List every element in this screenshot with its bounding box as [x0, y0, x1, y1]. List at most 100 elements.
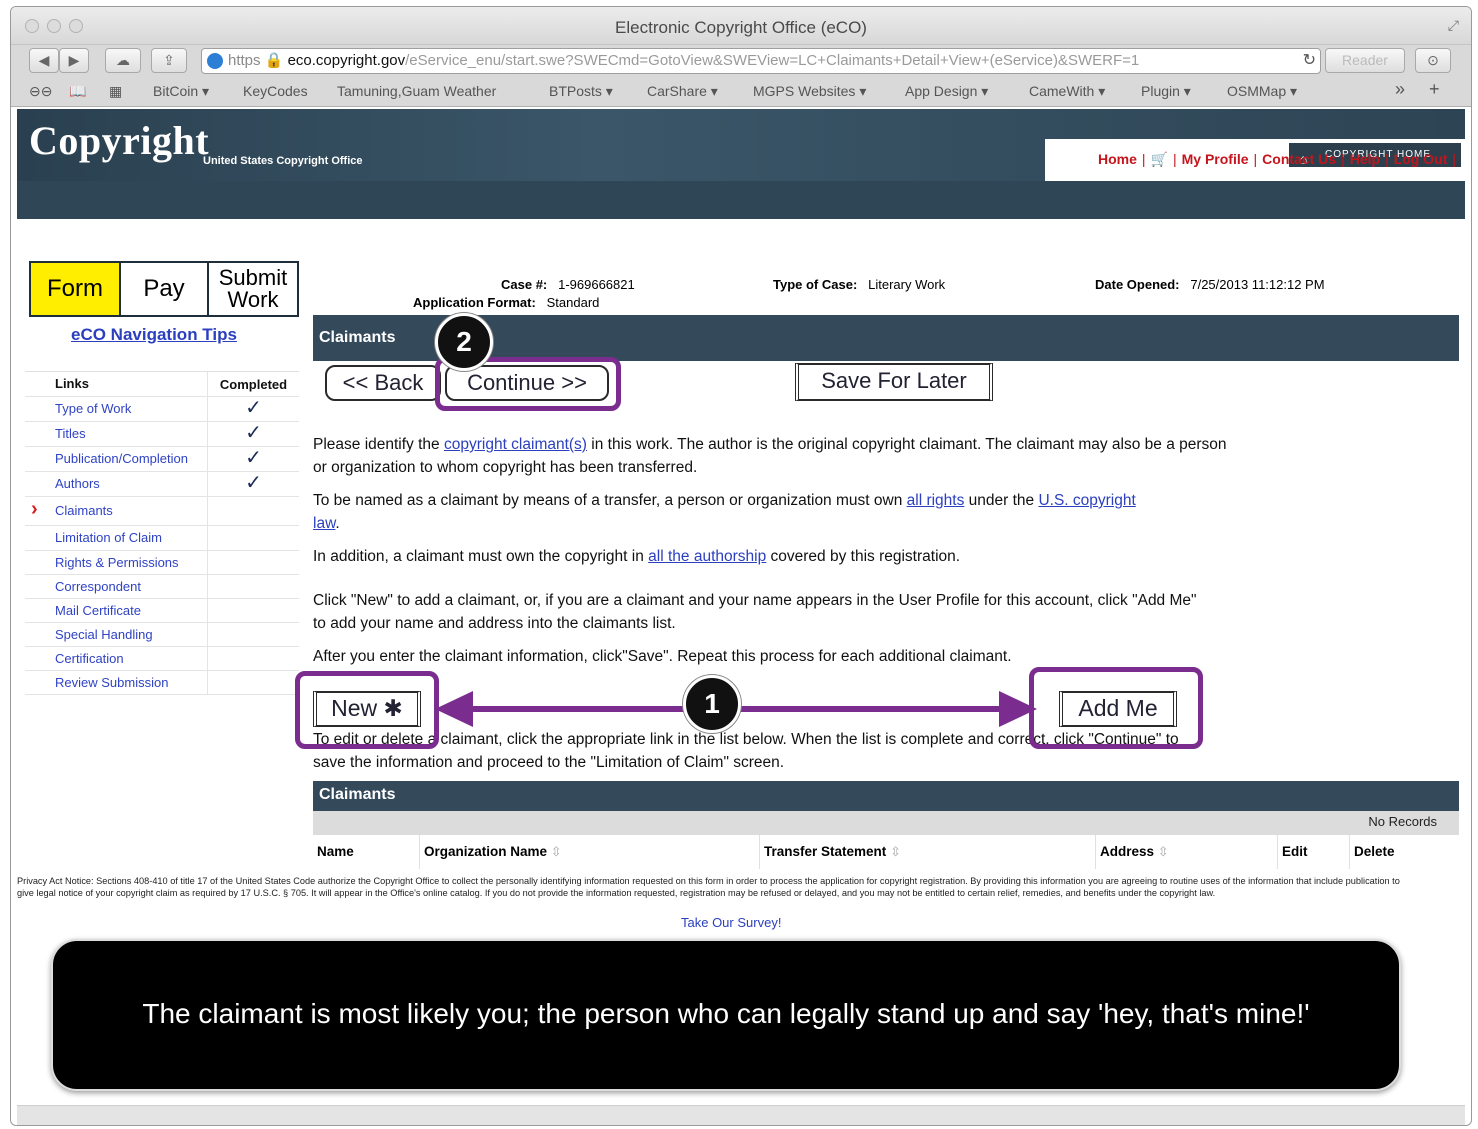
- all-rights-link[interactable]: all rights: [907, 492, 965, 509]
- column-delete: Delete: [1349, 835, 1459, 869]
- link-correspondent[interactable]: Correspondent: [55, 579, 141, 594]
- link-review-submission[interactable]: Review Submission: [55, 675, 168, 690]
- completed-check-icon: ✓: [207, 397, 299, 421]
- title-bar: Electronic Copyright Office (eCO) ⤢: [11, 7, 1471, 45]
- icloud-icon[interactable]: ☁: [105, 48, 141, 73]
- step-form[interactable]: Form: [31, 263, 121, 315]
- sort-icon[interactable]: ⇳: [1158, 844, 1169, 859]
- completed-cell: [207, 647, 299, 670]
- site-header: Copyright United States Copyright Office…: [17, 109, 1465, 219]
- link-authors[interactable]: Authors: [55, 476, 100, 491]
- callout-arrow-left-icon: [435, 691, 473, 727]
- bookmark-item[interactable]: Tamuning,Guam Weather: [337, 83, 496, 99]
- nav-log-out[interactable]: Log Out: [1394, 151, 1448, 167]
- link-certification[interactable]: Certification: [55, 651, 124, 666]
- column-transfer-statement[interactable]: Transfer Statement ⇳: [759, 835, 1095, 869]
- bookmark-item[interactable]: CameWith ▾: [1029, 83, 1105, 100]
- reload-icon[interactable]: ↻: [1303, 49, 1316, 73]
- bookmark-item[interactable]: CarShare ▾: [647, 83, 718, 100]
- nav-contact-us[interactable]: Contact Us: [1262, 151, 1336, 167]
- step-submit-work[interactable]: Submit Work: [209, 263, 297, 315]
- sort-icon[interactable]: ⇳: [890, 844, 901, 859]
- bookmark-item[interactable]: BitCoin ▾: [153, 83, 209, 100]
- browser-window: Electronic Copyright Office (eCO) ⤢ ◀ ▶ …: [10, 6, 1472, 1126]
- case-number: Case #: 1-969666821: [501, 277, 635, 292]
- claimants-table-header: Claimants: [313, 781, 1459, 811]
- links-row: Correspondent: [25, 575, 299, 599]
- eco-navigation-tips-link[interactable]: eCO Navigation Tips: [71, 325, 237, 345]
- links-row: Publication/Completion ✓: [25, 447, 299, 472]
- link-titles[interactable]: Titles: [55, 426, 86, 441]
- link-limitation-of-claim[interactable]: Limitation of Claim: [55, 530, 162, 545]
- p1-text: Please identify the: [313, 436, 444, 453]
- bookmark-item[interactable]: App Design ▾: [905, 83, 988, 100]
- link-rights-permissions[interactable]: Rights & Permissions: [55, 555, 179, 570]
- instructions-paragraph-4: Click "New" to add a claimant, or, if yo…: [313, 592, 1197, 632]
- link-mail-certificate[interactable]: Mail Certificate: [55, 603, 141, 618]
- bookmarks-book-icon[interactable]: 📖: [69, 83, 86, 100]
- completed-cell: [207, 526, 299, 550]
- bookmark-item[interactable]: MGPS Websites ▾: [753, 83, 866, 100]
- link-claimants[interactable]: Claimants: [55, 503, 113, 518]
- sort-icon[interactable]: ⇳: [551, 844, 562, 859]
- new-tab-icon[interactable]: +: [1429, 79, 1440, 100]
- completed-cell: [207, 671, 299, 694]
- top-sites-icon[interactable]: ▦: [109, 83, 122, 100]
- links-row: Rights & Permissions: [25, 551, 299, 575]
- completed-cell: [207, 551, 299, 574]
- link-publication-completion[interactable]: Publication/Completion: [55, 451, 188, 466]
- callout-badge-2: 2: [435, 313, 493, 371]
- bookmark-item[interactable]: OSMMap ▾: [1227, 83, 1297, 100]
- completed-cell: [207, 623, 299, 646]
- process-steps: Form Pay Submit Work: [29, 261, 299, 317]
- step-pay[interactable]: Pay: [121, 263, 209, 315]
- all-the-authorship-link[interactable]: all the authorship: [648, 548, 766, 565]
- copyright-claimants-link[interactable]: copyright claimant(s): [444, 436, 587, 453]
- nav-my-profile[interactable]: My Profile: [1182, 151, 1249, 167]
- completed-cell: [207, 497, 299, 525]
- column-organization-name-label: Organization Name: [424, 844, 548, 859]
- completed-cell: [207, 575, 299, 598]
- link-type-of-work[interactable]: Type of Work: [55, 401, 131, 416]
- forward-nav-icon[interactable]: ▶: [59, 48, 89, 73]
- instructions-paragraph-2: To be named as a claimant by means of a …: [313, 489, 1153, 535]
- links-row: › Claimants: [25, 497, 299, 526]
- more-bookmarks-icon[interactable]: »: [1395, 79, 1405, 100]
- link-special-handling[interactable]: Special Handling: [55, 627, 153, 642]
- nav-home[interactable]: Home: [1098, 151, 1137, 167]
- copyright-logo-subtitle: United States Copyright Office: [203, 155, 363, 167]
- take-our-survey-link[interactable]: Take Our Survey!: [681, 915, 781, 930]
- column-organization-name[interactable]: Organization Name ⇳: [419, 835, 759, 869]
- copyright-logo[interactable]: Copyright: [29, 117, 209, 164]
- downloads-icon[interactable]: ⊙: [1415, 48, 1451, 73]
- links-table-header: Links Completed: [25, 372, 299, 397]
- links-row: Review Submission: [25, 671, 299, 695]
- url-path: /eService_enu/start.swe?SWECmd=GotoView&…: [405, 52, 1140, 69]
- fullscreen-icon[interactable]: ⤢: [1448, 17, 1459, 34]
- links-header: Links: [55, 376, 89, 391]
- share-icon[interactable]: ⇪: [151, 48, 187, 73]
- p3-text: covered by this registration.: [766, 548, 961, 565]
- date-opened: Date Opened: 7/25/2013 11:12:12 PM: [1095, 277, 1325, 292]
- back-button[interactable]: << Back: [325, 365, 441, 401]
- bookmark-item[interactable]: BTPosts ▾: [549, 83, 613, 100]
- current-step-chevron-icon: ›: [31, 498, 38, 520]
- bookmarks-bar: ⊖⊖ 📖 ▦ BitCoin ▾ KeyCodes Tamuning,Guam …: [11, 77, 1471, 107]
- bookmark-item[interactable]: KeyCodes: [243, 83, 308, 99]
- column-name[interactable]: Name: [313, 835, 419, 869]
- browser-toolbar: ◀ ▶ ☁ ⇪ https 🔒 eco.copyright.gov/eServi…: [11, 45, 1471, 77]
- address-bar[interactable]: https 🔒 eco.copyright.gov/eService_enu/s…: [201, 48, 1321, 74]
- column-address[interactable]: Address ⇳: [1095, 835, 1277, 869]
- links-row: Mail Certificate: [25, 599, 299, 623]
- nav-help[interactable]: Help: [1350, 151, 1380, 167]
- save-for-later-button[interactable]: Save For Later: [795, 363, 993, 401]
- bookmark-item[interactable]: Plugin ▾: [1141, 83, 1191, 100]
- column-transfer-statement-label: Transfer Statement: [764, 844, 887, 859]
- reading-list-icon[interactable]: ⊖⊖: [29, 83, 52, 100]
- back-nav-icon[interactable]: ◀: [29, 48, 59, 73]
- case-number-value: 1-969666821: [558, 277, 635, 292]
- type-of-case-label: Type of Case:: [773, 277, 858, 292]
- cart-icon[interactable]: 🛒: [1151, 151, 1168, 167]
- new-highlight-box: [295, 671, 439, 749]
- reader-button[interactable]: Reader: [1325, 48, 1405, 73]
